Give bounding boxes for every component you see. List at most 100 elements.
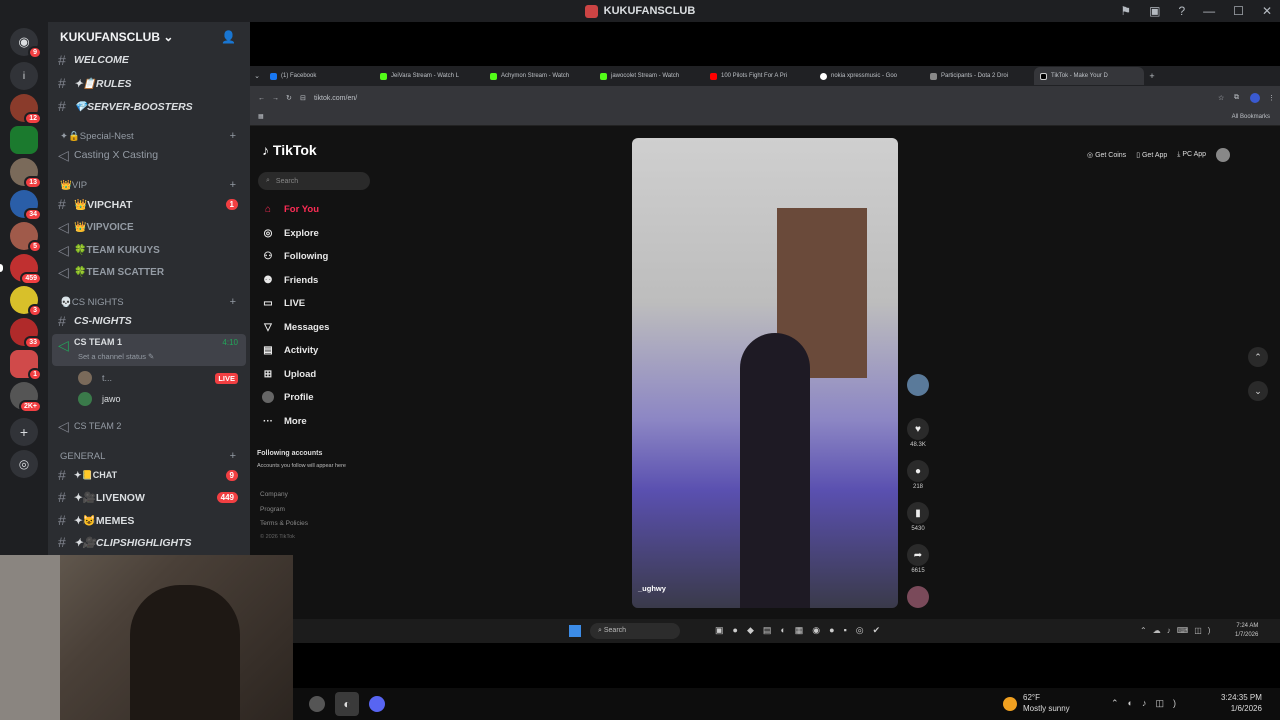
- extensions-icon[interactable]: ⧉: [1234, 94, 1250, 102]
- nav-following[interactable]: ⚇ Following: [262, 250, 329, 262]
- channel-casting[interactable]: ◁ Casting X Casting: [48, 145, 250, 165]
- nav-for-you[interactable]: ⌂ For You: [262, 203, 319, 215]
- add-channel-icon[interactable]: +: [230, 450, 236, 462]
- nav-more[interactable]: ··· More: [262, 415, 307, 427]
- taskbar-search[interactable]: ⌕ Search: [590, 623, 680, 639]
- channel-cs-team-2[interactable]: ◁ CS TEAM 2: [48, 416, 250, 436]
- channel-chat[interactable]: # ✦📒CHAT 9: [48, 465, 250, 485]
- url-field[interactable]: tiktok.com/en/: [314, 95, 1218, 102]
- server-icon[interactable]: i: [10, 62, 38, 90]
- add-channel-icon[interactable]: +: [230, 179, 236, 191]
- tray-icons[interactable]: ⌃☁♪⌨◫): [1140, 626, 1216, 635]
- tab-search-icon[interactable]: ⌄: [250, 72, 264, 80]
- category-vip[interactable]: 👑VIP +: [48, 175, 250, 195]
- account-avatar[interactable]: [1216, 148, 1231, 162]
- server-icon[interactable]: 2K+: [10, 382, 42, 413]
- inner-clock[interactable]: 7:24 AM 1/7/2026: [1235, 622, 1258, 640]
- forward-icon[interactable]: →: [272, 95, 286, 102]
- browser-tab[interactable]: jawocolet Stream - Watch: [594, 67, 704, 85]
- server-icon[interactable]: 34: [10, 190, 42, 221]
- voice-user[interactable]: jawo: [48, 389, 250, 409]
- voice-user[interactable]: t... LIVE: [48, 368, 250, 388]
- scroll-down-button[interactable]: ⌄: [1248, 381, 1268, 401]
- back-icon[interactable]: ←: [258, 95, 272, 102]
- nav-profile[interactable]: Profile: [262, 391, 314, 403]
- add-server-icon[interactable]: +: [10, 418, 38, 446]
- share-button[interactable]: ➦ 6615: [906, 544, 930, 574]
- clock[interactable]: 3:24:35 PM 1/6/2026: [1221, 692, 1262, 714]
- close-button[interactable]: ✕: [1262, 4, 1272, 18]
- discover-icon[interactable]: ◎: [10, 450, 38, 478]
- nav-live[interactable]: ▭ LIVE: [262, 297, 305, 309]
- discord-home-icon[interactable]: ◉ 9: [10, 28, 42, 59]
- channel-team-kukuys[interactable]: ◁ 🍀TEAM KUKUYS: [48, 240, 250, 260]
- invite-icon[interactable]: 👤: [221, 30, 236, 44]
- server-icon[interactable]: 5: [10, 222, 42, 253]
- add-channel-icon[interactable]: +: [230, 296, 236, 308]
- channel-clipshighlights[interactable]: # ✦🎥CLIPSHIGHLIGHTS: [48, 532, 250, 552]
- start-icon[interactable]: [569, 625, 581, 637]
- menu-icon[interactable]: ⋮: [1268, 94, 1280, 102]
- video-username[interactable]: _ughwy: [638, 584, 666, 593]
- server-icon[interactable]: 1: [10, 350, 42, 381]
- scroll-up-button[interactable]: ⌃: [1248, 347, 1268, 367]
- tray-icons[interactable]: ⌃◐♪◫): [1111, 698, 1185, 709]
- channel-vipvoice[interactable]: ◁ 👑VIPVOICE: [48, 217, 250, 237]
- server-icon[interactable]: 12: [10, 94, 42, 125]
- get-coins-button[interactable]: ◎ Get Coins: [1087, 151, 1126, 159]
- creator-avatar[interactable]: [906, 374, 930, 398]
- nav-upload[interactable]: ⊞ Upload: [262, 368, 316, 380]
- category-cs-nights[interactable]: 💀CS NIGHTS +: [48, 292, 250, 312]
- browser-tab[interactable]: (1) Facebook: [264, 67, 374, 85]
- add-channel-icon[interactable]: +: [230, 130, 236, 142]
- browser-tab[interactable]: Achymon Stream - Watch: [484, 67, 594, 85]
- steam-icon[interactable]: ◐: [335, 692, 359, 716]
- profile-avatar[interactable]: [1250, 93, 1260, 103]
- browser-tab-active[interactable]: TikTok - Make Your D: [1034, 67, 1144, 85]
- channel-rules[interactable]: # ✦📋RULES: [48, 73, 250, 93]
- channel-welcome[interactable]: # WELCOME: [48, 50, 250, 70]
- channel-cs-nights[interactable]: # CS-NIGHTS: [48, 311, 250, 331]
- browser-tab[interactable]: 100 Pilots Fight For A Pri: [704, 67, 814, 85]
- reload-icon[interactable]: ↻: [286, 94, 300, 102]
- channel-livenow[interactable]: # ✦🎥LIVENOW 449: [48, 487, 250, 507]
- inbox-icon[interactable]: ▣: [1149, 4, 1160, 18]
- category-special-nest[interactable]: ✦🔒Special-Nest +: [48, 126, 250, 146]
- channel-status[interactable]: Set a channel status ✎: [78, 352, 154, 361]
- minimize-button[interactable]: —: [1203, 4, 1215, 18]
- footer-link[interactable]: Company: [260, 491, 288, 498]
- footer-link[interactable]: Terms & Policies: [260, 520, 308, 527]
- pc-app-button[interactable]: ⤓ PC App: [1177, 151, 1206, 159]
- flag-icon[interactable]: ⚑: [1120, 4, 1131, 18]
- get-app-button[interactable]: ▯ Get App: [1136, 151, 1167, 159]
- new-tab-button[interactable]: +: [1144, 71, 1160, 81]
- channel-vipchat[interactable]: # 👑VIPCHAT 1: [48, 194, 250, 214]
- apps-icon[interactable]: ▦: [258, 113, 264, 120]
- video-player[interactable]: _ughwy: [632, 138, 898, 608]
- save-button[interactable]: ▮ 5430: [906, 502, 930, 532]
- discord-icon[interactable]: [369, 696, 385, 712]
- nav-activity[interactable]: ▤ Activity: [262, 344, 318, 356]
- server-icon[interactable]: 3: [10, 286, 42, 317]
- footer-link[interactable]: Program: [260, 506, 285, 513]
- nav-friends[interactable]: ⚉ Friends: [262, 274, 319, 286]
- server-header[interactable]: KUKUFANSCLUB ⌄ 👤: [48, 22, 250, 52]
- help-icon[interactable]: ?: [1178, 4, 1185, 18]
- music-disc[interactable]: [906, 586, 930, 610]
- browser-tab[interactable]: nokia xpressmusic - Goo: [814, 67, 924, 85]
- site-info-icon[interactable]: ⊟: [300, 94, 314, 102]
- channel-team-scatter[interactable]: ◁ 🍀TEAM SCATTER: [48, 262, 250, 282]
- channel-memes[interactable]: # ✦😺MEMES: [48, 510, 250, 530]
- tiktok-logo[interactable]: ♪ TikTok: [262, 142, 317, 158]
- comment-button[interactable]: ● 218: [906, 460, 930, 490]
- server-icon[interactable]: 459: [10, 254, 42, 285]
- all-bookmarks[interactable]: All Bookmarks: [1232, 114, 1270, 120]
- server-icon[interactable]: 13: [10, 158, 42, 189]
- maximize-button[interactable]: ☐: [1233, 4, 1244, 18]
- browser-tab[interactable]: JeiVara Stream - Watch L: [374, 67, 484, 85]
- server-icon[interactable]: 33: [10, 318, 42, 349]
- weather-widget[interactable]: 62°F Mostly sunny: [1023, 692, 1070, 714]
- channel-server-boosters[interactable]: # 💎SERVER-BOOSTERS: [48, 96, 250, 116]
- bookmark-star-icon[interactable]: ☆: [1218, 94, 1234, 102]
- browser-tab[interactable]: Participants - Dota 2 Droi: [924, 67, 1034, 85]
